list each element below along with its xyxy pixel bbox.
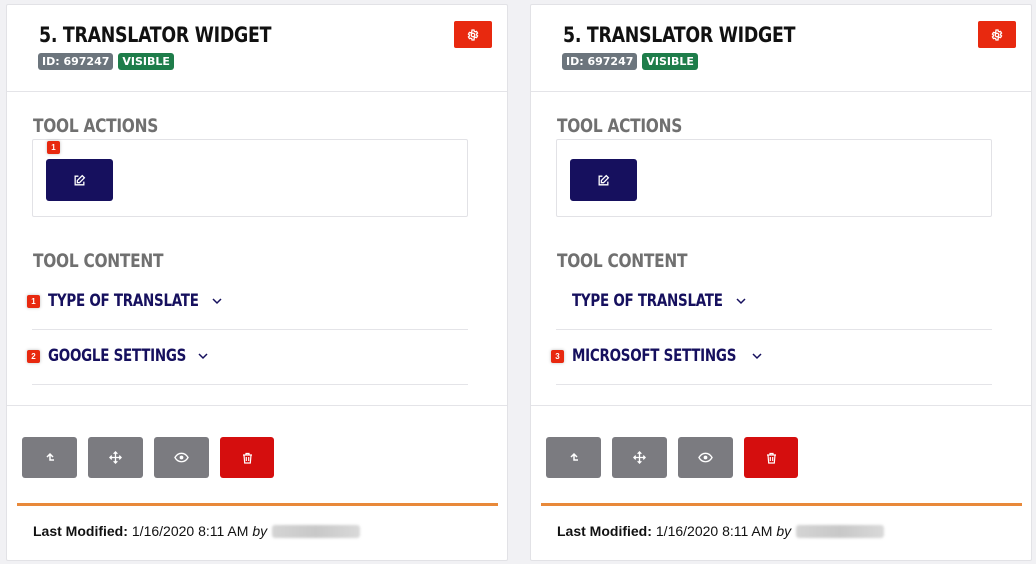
content-divider bbox=[531, 405, 1031, 406]
move-up-button[interactable] bbox=[546, 437, 601, 478]
tool-actions-box: 1 bbox=[32, 139, 468, 217]
step-badge: 1 bbox=[27, 295, 40, 308]
last-modified: Last Modified: 1/16/2020 8:11 AM by bbox=[557, 523, 885, 539]
accordion-google-settings[interactable]: GOOGLE SETTINGS bbox=[48, 346, 209, 366]
level-up-icon bbox=[569, 452, 578, 461]
gear-icon bbox=[467, 28, 479, 41]
trash-icon bbox=[766, 452, 776, 464]
eye-icon bbox=[698, 452, 713, 463]
footer-divider bbox=[541, 503, 1022, 506]
move-arrows-icon bbox=[633, 451, 646, 464]
redacted-author bbox=[272, 524, 361, 538]
tool-actions-heading: TOOL ACTIONS bbox=[33, 115, 159, 137]
edit-icon bbox=[598, 174, 610, 185]
widget-title: 5. TRANSLATOR WIDGET bbox=[563, 23, 796, 47]
preview-button[interactable] bbox=[678, 437, 733, 478]
delete-button[interactable] bbox=[744, 437, 798, 478]
eye-icon bbox=[174, 452, 189, 463]
accordion-divider bbox=[32, 329, 468, 330]
badge-row: ID: 697247 VISIBLE bbox=[562, 53, 698, 70]
tool-content-heading: TOOL CONTENT bbox=[557, 250, 688, 272]
badge-row: ID: 697247 VISIBLE bbox=[38, 53, 174, 70]
edit-button[interactable] bbox=[570, 159, 637, 201]
redacted-author bbox=[796, 524, 885, 538]
accordion-type-of-translate[interactable]: TYPE OF TRANSLATE bbox=[48, 291, 223, 311]
move-button[interactable] bbox=[612, 437, 667, 478]
trash-icon bbox=[242, 452, 252, 464]
edit-icon bbox=[74, 174, 86, 185]
move-button[interactable] bbox=[88, 437, 143, 478]
accordion-divider bbox=[556, 329, 992, 330]
widget-card-left: 5. TRANSLATOR WIDGET ID: 697247 VISIBLE … bbox=[6, 4, 508, 561]
chevron-down-icon bbox=[198, 353, 208, 360]
settings-button[interactable] bbox=[454, 21, 492, 48]
step-badge: 2 bbox=[27, 350, 40, 363]
chevron-down-icon bbox=[736, 298, 746, 305]
accordion-label: TYPE OF TRANSLATE bbox=[572, 291, 723, 311]
by-label: by bbox=[252, 523, 268, 539]
header-divider bbox=[7, 91, 507, 92]
tool-content-heading: TOOL CONTENT bbox=[33, 250, 164, 272]
tool-actions-heading: TOOL ACTIONS bbox=[557, 115, 683, 137]
header-divider bbox=[531, 91, 1031, 92]
move-up-button[interactable] bbox=[22, 437, 77, 478]
action-button-row bbox=[546, 437, 798, 478]
accordion-label: GOOGLE SETTINGS bbox=[48, 346, 187, 366]
last-modified-label: Last Modified: bbox=[557, 523, 652, 539]
move-arrows-icon bbox=[109, 451, 122, 464]
status-badge: VISIBLE bbox=[642, 53, 698, 70]
tool-actions-box bbox=[556, 139, 992, 217]
chevron-down-icon bbox=[212, 298, 222, 305]
last-modified-value: 1/16/2020 8:11 AM bbox=[655, 523, 773, 539]
widget-title: 5. TRANSLATOR WIDGET bbox=[39, 23, 272, 47]
id-badge: ID: 697247 bbox=[38, 53, 114, 70]
accordion-divider bbox=[556, 384, 992, 385]
step-badge: 1 bbox=[47, 141, 60, 154]
delete-button[interactable] bbox=[220, 437, 274, 478]
last-modified-value: 1/16/2020 8:11 AM bbox=[131, 523, 249, 539]
widget-card-right: 5. TRANSLATOR WIDGET ID: 697247 VISIBLE … bbox=[530, 4, 1032, 561]
accordion-microsoft-settings[interactable]: MICROSOFT SETTINGS bbox=[572, 346, 763, 366]
by-label: by bbox=[776, 523, 792, 539]
preview-button[interactable] bbox=[154, 437, 209, 478]
accordion-divider bbox=[32, 384, 468, 385]
level-up-icon bbox=[45, 452, 54, 461]
accordion-type-of-translate[interactable]: TYPE OF TRANSLATE bbox=[572, 291, 747, 311]
chevron-down-icon bbox=[751, 353, 762, 360]
accordion-label: TYPE OF TRANSLATE bbox=[48, 291, 199, 311]
last-modified: Last Modified: 1/16/2020 8:11 AM by bbox=[33, 523, 361, 539]
step-badge: 3 bbox=[551, 350, 564, 363]
action-button-row bbox=[22, 437, 274, 478]
last-modified-label: Last Modified: bbox=[33, 523, 128, 539]
gear-icon bbox=[991, 28, 1003, 41]
accordion-label: MICROSOFT SETTINGS bbox=[572, 346, 737, 366]
content-divider bbox=[7, 405, 507, 406]
id-badge: ID: 697247 bbox=[562, 53, 638, 70]
settings-button[interactable] bbox=[978, 21, 1016, 48]
status-badge: VISIBLE bbox=[118, 53, 174, 70]
edit-button[interactable] bbox=[46, 159, 113, 201]
footer-divider bbox=[17, 503, 498, 506]
